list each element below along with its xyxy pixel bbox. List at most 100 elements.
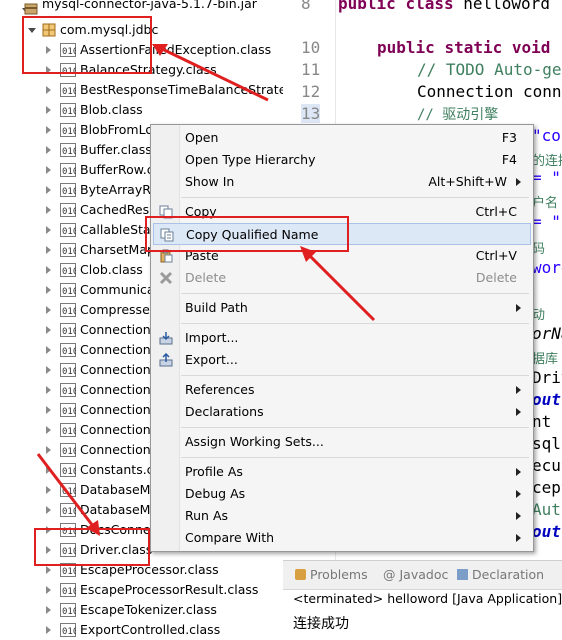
expand-arrow-icon[interactable]: [46, 386, 51, 394]
code-line-11: // TODO Auto-ge: [417, 60, 562, 79]
expand-arrow-icon[interactable]: [46, 586, 51, 594]
class-file-icon: 010: [60, 463, 76, 477]
submenu-arrow-icon: [516, 408, 521, 416]
menu-item-declarations[interactable]: Declarations: [153, 401, 531, 423]
class-label: Clob.class: [80, 262, 143, 277]
class-label: Blob.class: [80, 102, 143, 117]
expand-arrow-icon[interactable]: [46, 226, 51, 234]
expand-arrow-icon[interactable]: [46, 406, 51, 414]
expand-arrow-icon[interactable]: [46, 146, 51, 154]
svg-text:010: 010: [62, 227, 76, 237]
class-file-icon: 010: [60, 603, 76, 617]
code-fragment: 户名: [532, 196, 559, 211]
import-icon: [159, 332, 173, 345]
menu-item-open[interactable]: Open F3: [153, 127, 531, 149]
menu-item-assign-working-sets[interactable]: Assign Working Sets...: [153, 431, 531, 453]
expand-arrow-icon[interactable]: [46, 346, 51, 354]
menu-item-compare-with[interactable]: Compare With: [153, 527, 531, 549]
menu-item-show-in[interactable]: Show In Alt+Shift+W: [153, 171, 531, 193]
menu-item-build-path[interactable]: Build Path: [153, 297, 531, 319]
class-file-icon: 010: [60, 343, 76, 357]
menu-item-references[interactable]: References: [153, 379, 531, 401]
svg-text:010: 010: [62, 187, 76, 197]
class-label: ConnectionP: [80, 442, 159, 457]
class-label: CharsetMap: [80, 242, 155, 257]
line-number: 12: [301, 82, 321, 101]
expand-arrow-icon[interactable]: [46, 86, 51, 94]
menu-separator: [181, 197, 529, 198]
class-label: Buffer.class: [80, 142, 152, 157]
expand-arrow-icon[interactable]: [46, 106, 51, 114]
class-label: ConnectionL: [80, 382, 158, 397]
svg-text:010: 010: [62, 247, 76, 257]
code-fragment: sql: [532, 434, 561, 453]
jar-label: mysql-connector-java-5.1.7-bin.jar: [42, 0, 257, 11]
menu-separator: [181, 457, 529, 458]
class-label: ConnectionP: [80, 402, 159, 417]
expand-arrow-icon[interactable]: [46, 446, 51, 454]
menu-item-delete[interactable]: Delete Delete: [153, 267, 531, 289]
svg-text:010: 010: [62, 287, 76, 297]
menu-item-debug-as[interactable]: Debug As: [153, 483, 531, 505]
line-number: 8: [301, 0, 311, 13]
expand-arrow-icon[interactable]: [46, 566, 51, 574]
expand-arrow-icon[interactable]: [46, 126, 51, 134]
console-terminated-label: <terminated> helloword [Java Application…: [293, 591, 562, 606]
svg-text:010: 010: [62, 107, 76, 117]
expand-arrow-icon[interactable]: [46, 306, 51, 314]
menu-item-import[interactable]: Import...: [153, 327, 531, 349]
submenu-arrow-icon: [516, 468, 521, 476]
expand-arrow-icon[interactable]: [46, 426, 51, 434]
expand-arrow-icon[interactable]: [46, 326, 51, 334]
menu-item-run-as[interactable]: Run As: [153, 505, 531, 527]
declaration-icon: [457, 569, 468, 580]
expand-arrow-icon[interactable]: [46, 286, 51, 294]
svg-text:010: 010: [62, 127, 76, 137]
svg-text:010: 010: [62, 347, 76, 357]
menu-item-export[interactable]: Export...: [153, 349, 531, 371]
jar-icon: [24, 3, 38, 15]
line-number: 10: [301, 38, 321, 57]
expand-arrow-icon[interactable]: [46, 506, 51, 514]
code-fragment: out.: [532, 522, 562, 541]
class-label: DatabaseMe: [80, 482, 159, 497]
class-file-icon: 010: [60, 623, 76, 637]
problems-icon: [295, 569, 306, 580]
expand-arrow-icon[interactable]: [46, 606, 51, 614]
submenu-arrow-icon: [516, 386, 521, 394]
svg-text:010: 010: [62, 367, 76, 377]
expand-arrow-icon[interactable]: [46, 626, 51, 634]
class-label: EscapeTokenizer.class: [80, 602, 217, 617]
menu-item-profile-as[interactable]: Profile As: [153, 461, 531, 483]
code-line-10: public static void: [377, 38, 551, 57]
expand-arrow-icon[interactable]: [46, 166, 51, 174]
class-label: Constants.cl: [80, 462, 158, 477]
class-file-icon: 010: [60, 363, 76, 377]
menu-separator: [181, 293, 529, 294]
class-label: ByteArrayRo: [80, 182, 159, 197]
code-fragment: = "j: [532, 168, 562, 187]
submenu-arrow-icon: [516, 178, 521, 186]
svg-text:010: 010: [62, 467, 76, 477]
expand-arrow-icon[interactable]: [46, 246, 51, 254]
class-label: ExportControlled.class: [80, 622, 221, 637]
expand-arrow-icon[interactable]: [46, 186, 51, 194]
expand-arrow-icon[interactable]: [46, 266, 51, 274]
tab-problems[interactable]: Problems: [295, 567, 368, 582]
expand-arrow-icon[interactable]: [46, 206, 51, 214]
class-label: BufferRow.c: [80, 162, 154, 177]
expand-arrow-icon[interactable]: [46, 366, 51, 374]
class-label: EscapeProcessorResult.class: [80, 582, 259, 597]
expand-arrow-icon[interactable]: [46, 466, 51, 474]
submenu-arrow-icon: [516, 512, 521, 520]
code-line-13: // 驱动引擎: [417, 107, 499, 123]
expand-arrow-icon[interactable]: [46, 486, 51, 494]
tab-javadoc[interactable]: @ Javadoc: [383, 567, 448, 582]
menu-item-open-type-hierarchy[interactable]: Open Type Hierarchy F4: [153, 149, 531, 171]
class-file-icon: 010: [60, 123, 76, 137]
annotation-box-driver: [34, 528, 150, 566]
class-file-icon: 010: [60, 443, 76, 457]
class-label: Communicat: [80, 282, 160, 297]
svg-text:010: 010: [62, 387, 76, 397]
tab-declaration[interactable]: Declaration: [457, 567, 544, 582]
